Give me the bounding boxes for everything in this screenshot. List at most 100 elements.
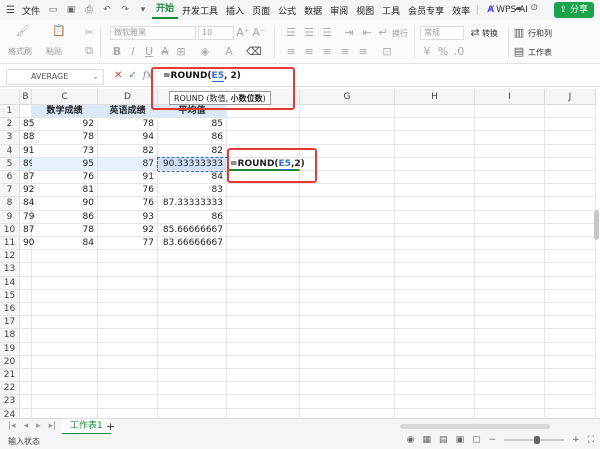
cell[interactable] <box>98 382 158 396</box>
cell[interactable] <box>545 157 596 171</box>
cell[interactable] <box>475 329 545 343</box>
cell[interactable] <box>395 250 475 264</box>
wrap-label[interactable]: 换行 <box>392 28 408 39</box>
cell[interactable] <box>300 184 395 198</box>
cell-average[interactable]: 86 <box>158 210 227 224</box>
horizontal-scrollbar[interactable] <box>400 424 550 429</box>
cell-english[interactable]: 92 <box>98 223 158 237</box>
menu-icon[interactable]: ☰ <box>6 5 18 16</box>
tab-tools[interactable]: 工具 <box>378 4 404 17</box>
cell-math[interactable]: 90 <box>32 197 98 211</box>
align-middle-icon[interactable]: ☰ <box>302 26 316 40</box>
cell[interactable] <box>32 395 98 409</box>
fill-color-icon[interactable]: ◈ <box>198 45 212 59</box>
row-col-icon[interactable]: ▥ <box>512 26 526 40</box>
row-header[interactable]: 17 <box>0 316 20 330</box>
cell[interactable] <box>300 263 395 277</box>
align-left-icon[interactable]: ≡ <box>284 45 298 59</box>
row-header[interactable]: 13 <box>0 263 20 277</box>
header-math[interactable]: 数学成绩 <box>32 105 98 119</box>
cell[interactable] <box>395 131 475 145</box>
cell[interactable] <box>300 355 395 369</box>
cell[interactable] <box>300 171 395 185</box>
tab-developer[interactable]: 开发工具 <box>178 4 222 17</box>
cell-english[interactable]: 87 <box>98 157 158 171</box>
cell[interactable] <box>545 316 596 330</box>
cell-english[interactable]: 78 <box>98 118 158 132</box>
cell[interactable] <box>475 118 545 132</box>
cell[interactable] <box>545 303 596 317</box>
cell-average[interactable]: 85.66666667 <box>158 223 227 237</box>
cell[interactable] <box>395 263 475 277</box>
cell[interactable] <box>158 355 227 369</box>
cell[interactable] <box>227 184 300 198</box>
column-header-g[interactable]: G <box>300 89 395 105</box>
name-box[interactable]: AVERAGE ⌄ <box>6 69 104 85</box>
row-header[interactable]: 3 <box>0 131 20 145</box>
vertical-scrollbar[interactable] <box>594 210 599 240</box>
convert-icon[interactable]: ⇄ <box>468 26 482 40</box>
cell[interactable] <box>545 210 596 224</box>
cell[interactable] <box>395 342 475 356</box>
row-header[interactable]: 14 <box>0 276 20 290</box>
cell[interactable] <box>300 210 395 224</box>
cell[interactable] <box>32 355 98 369</box>
cell[interactable] <box>475 184 545 198</box>
currency-icon[interactable]: ¥ <box>420 45 434 59</box>
cell-english[interactable]: 91 <box>98 171 158 185</box>
tab-member[interactable]: 会员专享 <box>404 4 448 17</box>
cell[interactable] <box>227 171 300 185</box>
cell[interactable] <box>475 157 545 171</box>
row-header[interactable]: 10 <box>0 223 20 237</box>
row-header[interactable]: 2 <box>0 118 20 132</box>
fullscreen-icon[interactable]: ⛶ <box>588 435 594 445</box>
cell[interactable] <box>32 276 98 290</box>
row-header[interactable]: 21 <box>0 369 20 383</box>
cell[interactable] <box>545 131 596 145</box>
zoom-out-icon[interactable]: − <box>489 435 497 445</box>
cell[interactable] <box>227 131 300 145</box>
cell[interactable] <box>300 144 395 158</box>
cell[interactable] <box>98 395 158 409</box>
confirm-icon[interactable]: ✓ <box>128 70 136 81</box>
cut-icon[interactable]: ✂ <box>82 26 96 40</box>
cell[interactable] <box>227 316 300 330</box>
chevron-down-icon[interactable]: ⌄ <box>92 70 99 84</box>
cell-b[interactable]: 87 <box>20 171 34 185</box>
save-icon[interactable]: ▣ <box>65 4 77 16</box>
column-header-h[interactable]: H <box>395 89 475 105</box>
cell[interactable] <box>227 329 300 343</box>
cell[interactable] <box>395 355 475 369</box>
cell[interactable] <box>32 303 98 317</box>
percent-icon[interactable]: % <box>436 45 450 59</box>
row-header[interactable]: 8 <box>0 197 20 211</box>
cell-math[interactable]: 76 <box>32 171 98 185</box>
header-english[interactable]: 英语成绩 <box>98 105 158 119</box>
cell[interactable] <box>227 342 300 356</box>
eye-icon[interactable]: ◉ <box>407 435 415 445</box>
border-icon[interactable]: ⊞ <box>174 45 188 59</box>
cell[interactable] <box>475 395 545 409</box>
cell[interactable] <box>475 303 545 317</box>
align-bottom-icon[interactable]: ☰ <box>320 26 334 40</box>
row-header[interactable]: 20 <box>0 355 20 369</box>
cell[interactable] <box>32 263 98 277</box>
cell-average[interactable]: 84 <box>158 171 227 185</box>
cell[interactable] <box>158 316 227 330</box>
column-header-c[interactable]: C <box>32 89 98 105</box>
tab-home[interactable]: 开始 <box>152 1 179 19</box>
cell[interactable] <box>395 184 475 198</box>
underline-icon[interactable]: U <box>142 45 156 59</box>
cell[interactable] <box>227 369 300 383</box>
cell[interactable] <box>98 263 158 277</box>
cell[interactable] <box>545 223 596 237</box>
cell[interactable] <box>158 329 227 343</box>
font-grow-icon[interactable]: A⁺ <box>236 26 250 40</box>
cell[interactable] <box>227 289 300 303</box>
cell[interactable] <box>20 250 32 264</box>
cell[interactable] <box>158 382 227 396</box>
cell[interactable] <box>300 131 395 145</box>
cell[interactable] <box>227 197 300 211</box>
share-button[interactable]: ⇪ 分享 <box>553 2 594 18</box>
cell[interactable] <box>300 316 395 330</box>
